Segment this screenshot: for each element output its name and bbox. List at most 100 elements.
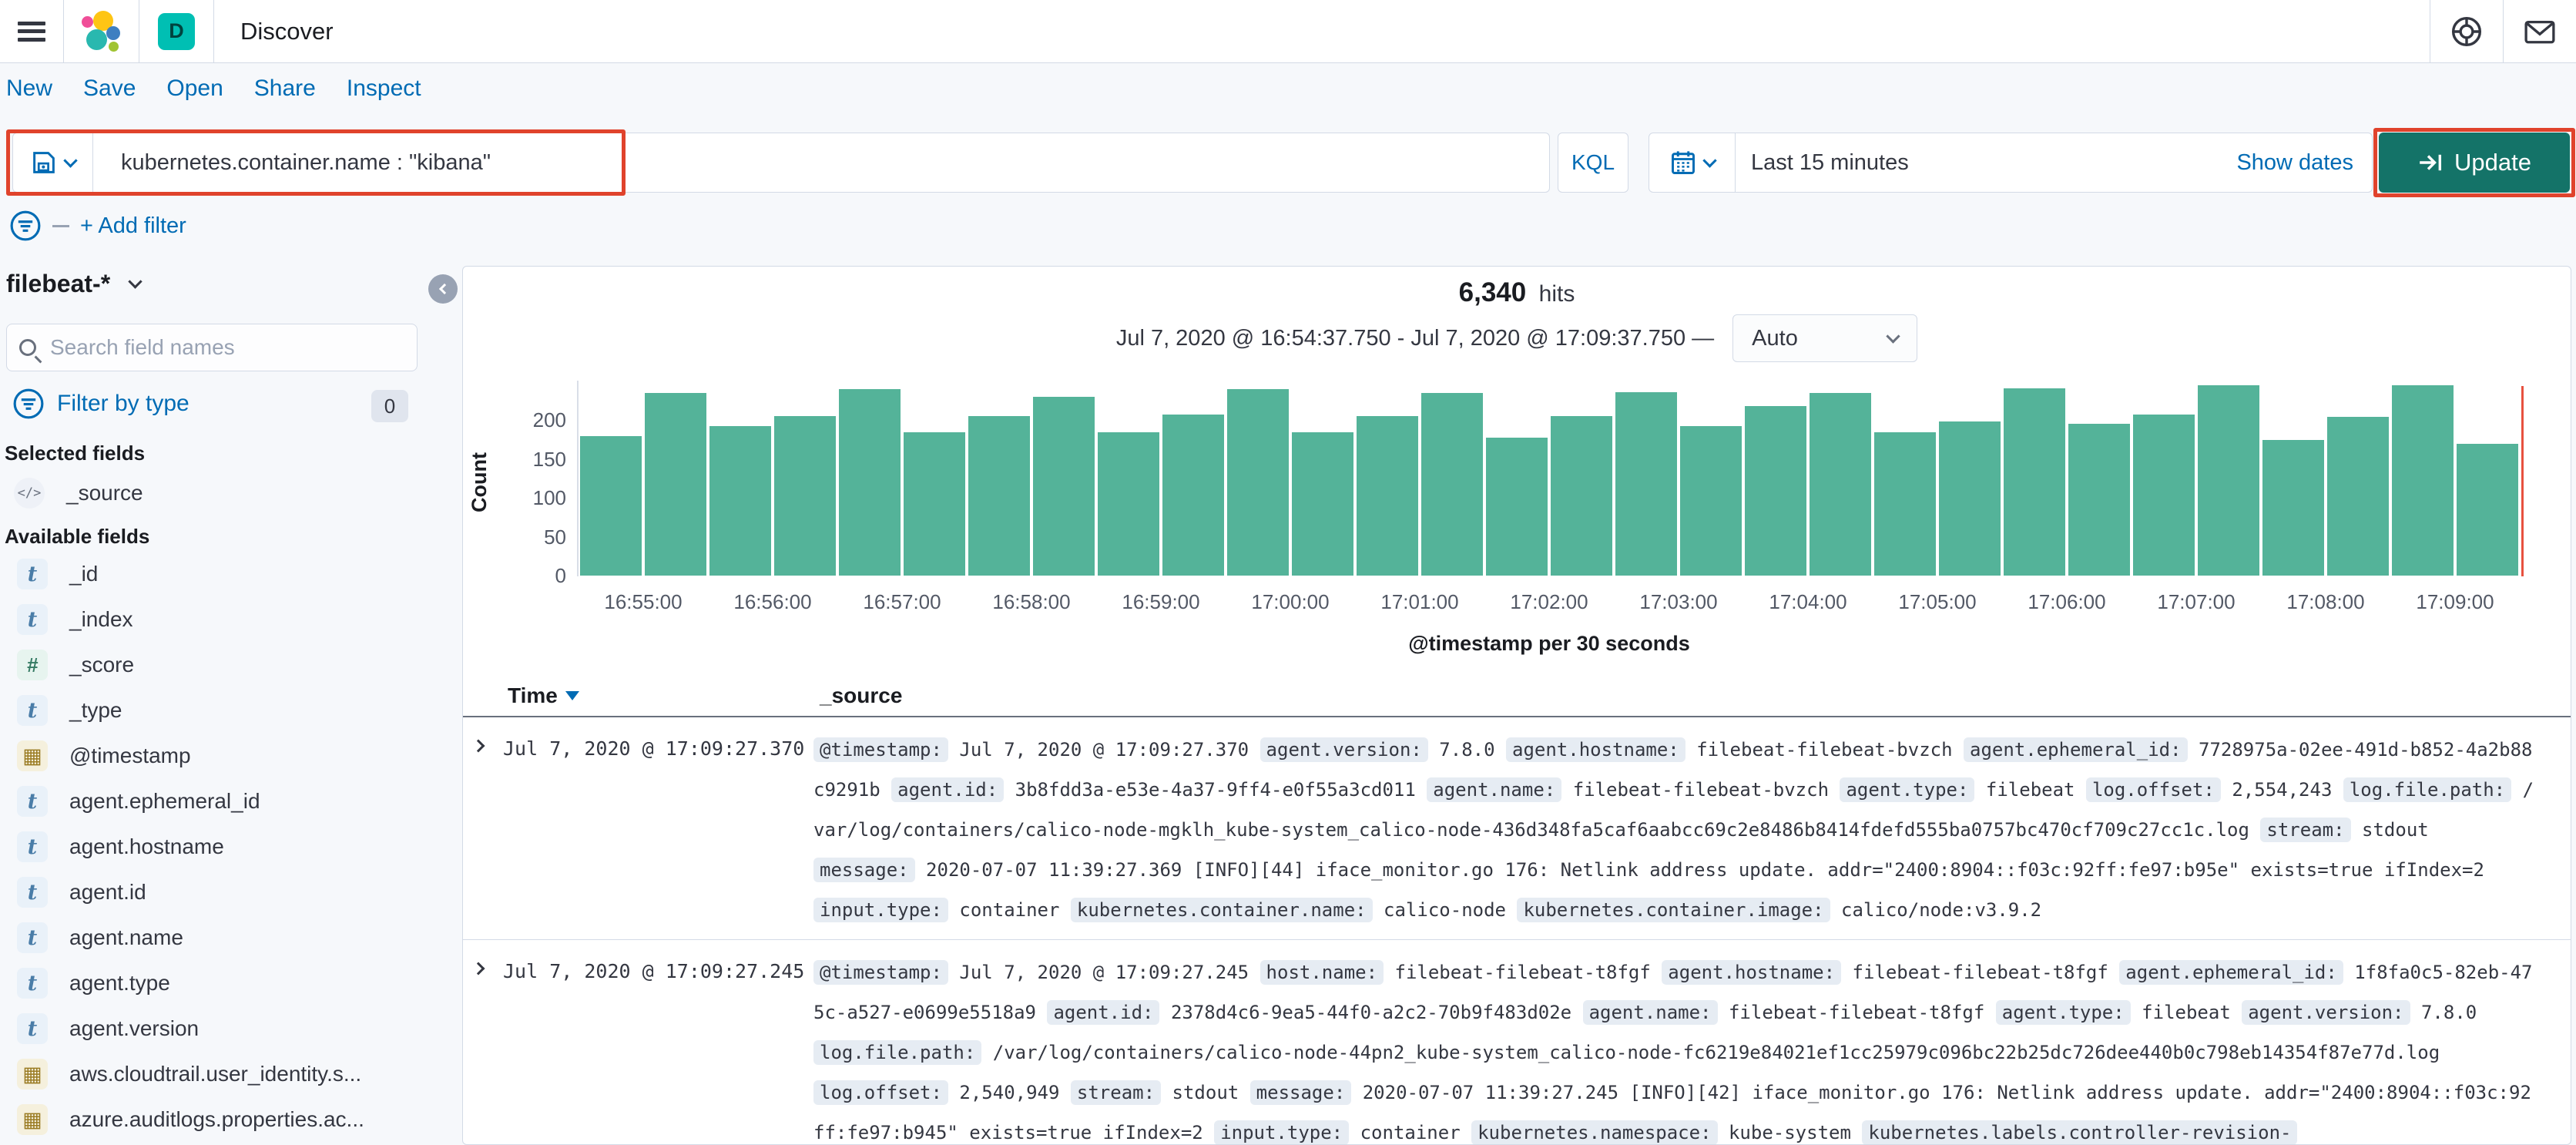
source-field-key[interactable]: stream: bbox=[1070, 1080, 1162, 1105]
histogram-bar[interactable] bbox=[2068, 424, 2130, 576]
help-button[interactable] bbox=[2430, 0, 2503, 63]
source-field-key[interactable]: log.offset: bbox=[813, 1080, 948, 1105]
histogram-bar[interactable] bbox=[968, 416, 1030, 576]
time-range-value[interactable]: Last 15 minutes bbox=[1736, 150, 2236, 176]
collapse-sidebar-button[interactable] bbox=[428, 274, 458, 304]
histogram-bar[interactable] bbox=[645, 393, 706, 576]
field-item-_source[interactable]: </> _source bbox=[0, 476, 143, 510]
source-field-key[interactable]: agent.hostname: bbox=[1506, 737, 1685, 762]
histogram-bar[interactable] bbox=[904, 432, 965, 576]
expand-row-button[interactable] bbox=[463, 730, 503, 930]
histogram-bar[interactable] bbox=[1810, 393, 1871, 576]
elastic-logo-zone[interactable] bbox=[64, 0, 139, 63]
source-field-key[interactable]: kubernetes.namespace: bbox=[1471, 1120, 1718, 1144]
histogram-bar[interactable] bbox=[839, 389, 901, 576]
field-item-agent.hostname[interactable]: t agent.hostname bbox=[0, 830, 224, 864]
histogram-bar[interactable] bbox=[1421, 393, 1483, 576]
histogram-bar[interactable] bbox=[709, 426, 771, 576]
histogram-bar[interactable] bbox=[2004, 388, 2065, 576]
histogram-bar[interactable] bbox=[1292, 432, 1353, 576]
field-item-_type[interactable]: t _type bbox=[0, 693, 122, 727]
source-field-key[interactable]: agent.hostname: bbox=[1662, 960, 1842, 985]
source-field-key[interactable]: agent.version: bbox=[2242, 1000, 2410, 1025]
field-item-_index[interactable]: t _index bbox=[0, 603, 133, 636]
histogram-bar[interactable] bbox=[1486, 438, 1548, 576]
add-filter-button[interactable]: + Add filter bbox=[80, 213, 186, 239]
nav-link-save[interactable]: Save bbox=[83, 76, 136, 102]
field-item-_score[interactable]: # _score bbox=[0, 648, 134, 682]
histogram-bar[interactable] bbox=[2262, 440, 2324, 576]
source-field-key[interactable]: log.file.path: bbox=[813, 1040, 982, 1065]
source-field-key[interactable]: agent.ephemeral_id: bbox=[2119, 960, 2343, 985]
field-item-@timestamp[interactable]: ▦ @timestamp bbox=[0, 739, 191, 773]
source-field-key[interactable]: host.name: bbox=[1259, 960, 1384, 985]
histogram-bar[interactable] bbox=[580, 436, 642, 576]
source-field-key[interactable]: log.file.path: bbox=[2343, 777, 2512, 802]
nav-link-inspect[interactable]: Inspect bbox=[347, 76, 421, 102]
field-item-aws.cloudtrail.user_identity.s...[interactable]: ▦ aws.cloudtrail.user_identity.s... bbox=[0, 1057, 361, 1091]
nav-link-new[interactable]: New bbox=[6, 76, 52, 102]
source-field-key[interactable]: agent.type: bbox=[1840, 777, 1975, 802]
date-quick-select-button[interactable] bbox=[1649, 133, 1736, 192]
histogram-bar[interactable] bbox=[1551, 416, 1612, 576]
index-pattern-selector[interactable]: filebeat-* bbox=[6, 270, 143, 298]
histogram-bar[interactable] bbox=[774, 416, 836, 576]
source-field-key[interactable]: stream: bbox=[2260, 818, 2351, 842]
histogram-bar[interactable] bbox=[1357, 416, 1418, 576]
query-input[interactable]: kubernetes.container.name : "kibana" bbox=[93, 150, 491, 176]
interval-select[interactable]: Auto bbox=[1732, 314, 1918, 362]
source-field-key[interactable]: agent.name: bbox=[1582, 1000, 1718, 1025]
field-item-agent.version[interactable]: t agent.version bbox=[0, 1012, 199, 1046]
source-field-key[interactable]: log.offset: bbox=[2085, 777, 2221, 802]
saved-query-menu-button[interactable] bbox=[13, 133, 93, 192]
nav-link-share[interactable]: Share bbox=[254, 76, 316, 102]
source-field-key[interactable]: agent.version: bbox=[1259, 737, 1428, 762]
nav-link-open[interactable]: Open bbox=[166, 76, 223, 102]
field-search-input[interactable] bbox=[49, 334, 404, 361]
source-field-key[interactable]: kubernetes.labels.controller-revision- bbox=[1862, 1120, 2298, 1144]
field-item-agent.type[interactable]: t agent.type bbox=[0, 966, 170, 1000]
histogram-bar[interactable] bbox=[2198, 385, 2259, 576]
histogram-bar[interactable] bbox=[2327, 417, 2389, 576]
show-dates-button[interactable]: Show dates bbox=[2236, 150, 2372, 176]
histogram-bar[interactable] bbox=[1098, 432, 1159, 576]
histogram-bar[interactable] bbox=[1939, 421, 2001, 576]
source-field-key[interactable]: agent.ephemeral_id: bbox=[1964, 737, 2188, 762]
newsfeed-button[interactable] bbox=[2504, 0, 2576, 63]
source-field-key[interactable]: input.type: bbox=[813, 898, 948, 922]
source-field-key[interactable]: message: bbox=[1249, 1080, 1352, 1105]
source-field-key[interactable]: input.type: bbox=[1214, 1120, 1350, 1144]
histogram-bar[interactable] bbox=[1162, 415, 1224, 576]
histogram-bar[interactable] bbox=[2457, 444, 2518, 576]
menu-button[interactable] bbox=[0, 0, 63, 63]
histogram-bar[interactable] bbox=[1680, 426, 1742, 576]
field-item-azure.auditlogs.properties.ac...[interactable]: ▦ azure.auditlogs.properties.ac... bbox=[0, 1103, 364, 1137]
app-badge-zone[interactable]: D bbox=[139, 0, 213, 63]
histogram-bar[interactable] bbox=[1033, 397, 1095, 576]
histogram-bar[interactable] bbox=[1874, 432, 1936, 576]
histogram-bar[interactable] bbox=[2392, 385, 2454, 576]
source-field-key[interactable]: agent.name: bbox=[1427, 777, 1562, 802]
source-field-key[interactable]: message: bbox=[813, 858, 915, 882]
expand-row-button[interactable] bbox=[463, 952, 503, 1144]
source-field-key[interactable]: agent.id: bbox=[891, 777, 1005, 802]
update-button[interactable]: Update bbox=[2379, 133, 2570, 193]
histogram-bar[interactable] bbox=[1745, 406, 1806, 576]
source-field-key[interactable]: agent.id: bbox=[1047, 1000, 1160, 1025]
filter-by-type-button[interactable]: Filter by type bbox=[12, 388, 190, 420]
field-item-agent.ephemeral_id[interactable]: t agent.ephemeral_id bbox=[0, 784, 260, 818]
query-language-button[interactable]: KQL bbox=[1558, 133, 1628, 193]
histogram-bar[interactable] bbox=[2133, 415, 2195, 576]
field-item-agent.id[interactable]: t agent.id bbox=[0, 875, 146, 909]
histogram-bar[interactable] bbox=[1615, 392, 1677, 576]
filter-icon[interactable] bbox=[9, 210, 42, 242]
source-field-key[interactable]: agent.type: bbox=[1995, 1000, 2131, 1025]
field-item-agent.name[interactable]: t agent.name bbox=[0, 921, 183, 955]
field-item-_id[interactable]: t _id bbox=[0, 557, 98, 591]
source-field-key[interactable]: kubernetes.container.name: bbox=[1070, 898, 1373, 922]
source-field-key[interactable]: kubernetes.container.image: bbox=[1517, 898, 1830, 922]
source-field-key[interactable]: @timestamp: bbox=[813, 737, 948, 762]
source-field-key[interactable]: @timestamp: bbox=[813, 960, 948, 985]
column-header-time[interactable]: Time bbox=[508, 683, 579, 708]
histogram-bar[interactable] bbox=[1227, 389, 1289, 576]
